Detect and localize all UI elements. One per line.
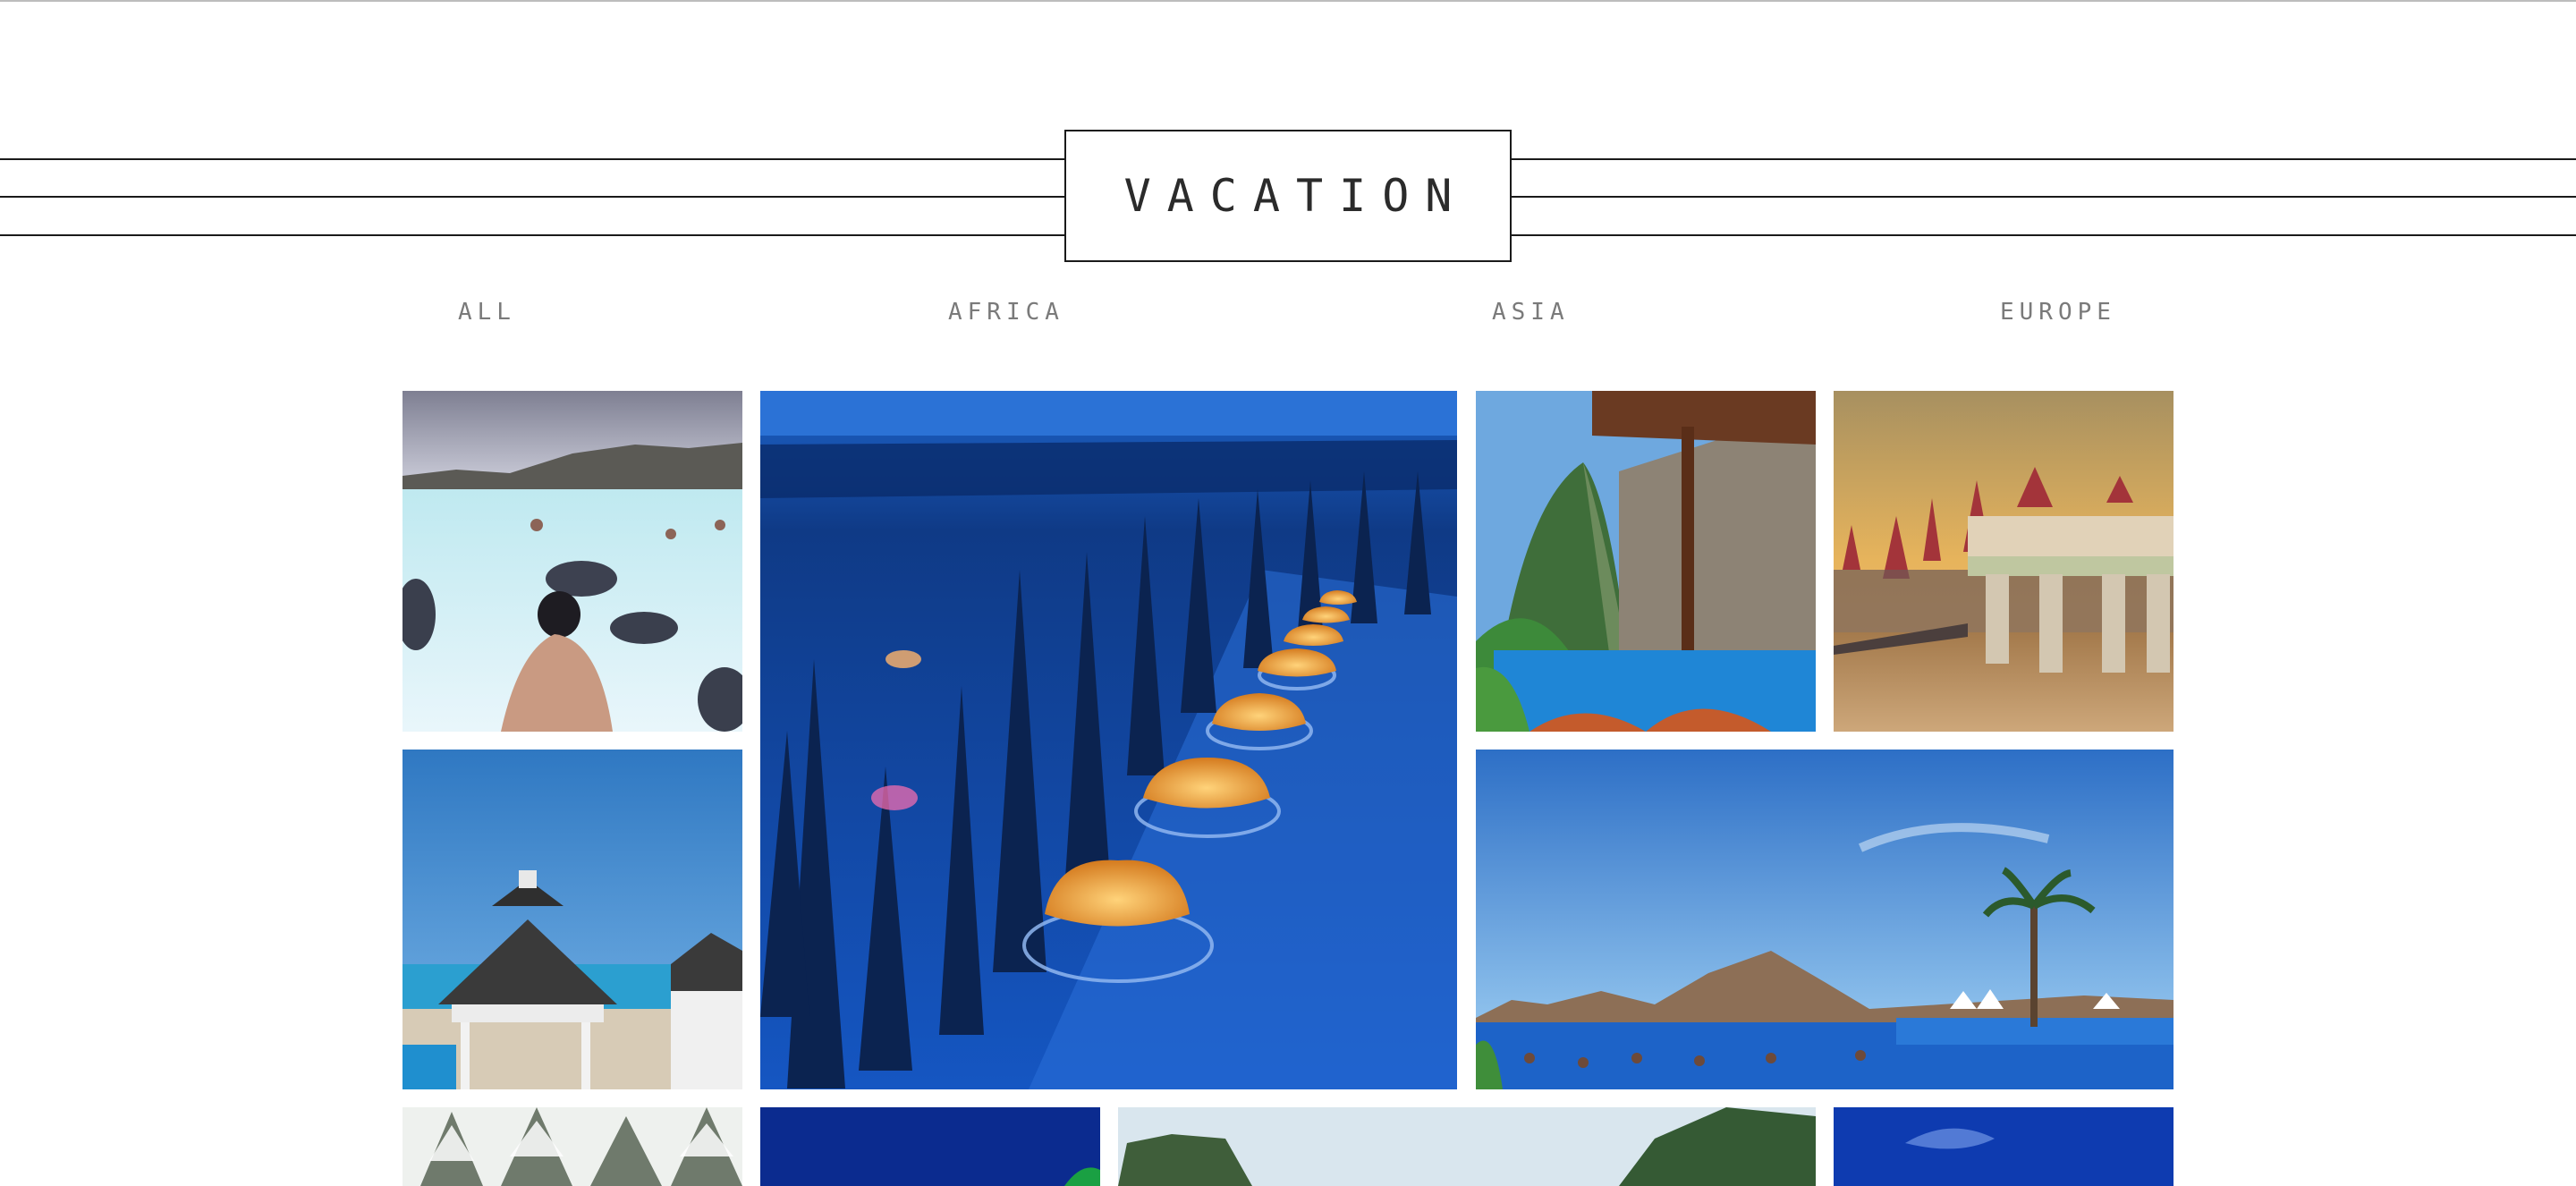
gallery-photo-snowy-pines[interactable] [402, 1107, 742, 1186]
gallery-photo-blue-lagoon[interactable] [402, 391, 742, 732]
filter-africa[interactable]: AFRICA [948, 299, 1064, 326]
gallery-photo-castle-bridge[interactable] [1834, 391, 2174, 732]
gallery-photo-beach-gazebo[interactable] [402, 750, 742, 1089]
filter-all[interactable]: ALL [458, 299, 516, 326]
gallery-photo-rocky-island[interactable] [1118, 1107, 1816, 1186]
gallery-photo-infinity-pool-bay[interactable] [1476, 750, 2174, 1089]
gallery-photo-deep-blue-sky[interactable] [1834, 1107, 2174, 1186]
gallery-photo-glass-igloos[interactable] [760, 391, 1457, 1089]
title-rule-right-top [1512, 158, 2576, 160]
top-border [0, 0, 2576, 2]
title-rule-left-top [0, 158, 1064, 160]
gallery-photo-pitons-resort[interactable] [1476, 391, 1816, 732]
filter-europe[interactable]: EUROPE [2000, 299, 2116, 326]
page-title: VACATION [1123, 170, 1469, 222]
title-rule-right-middle [1512, 196, 2576, 198]
filter-asia[interactable]: ASIA [1492, 299, 1570, 326]
title-box: VACATION [1064, 130, 1512, 262]
title-rule-right-bottom [1512, 234, 2576, 236]
title-rule-left-middle [0, 196, 1064, 198]
gallery-photo-night-blue[interactable] [760, 1107, 1100, 1186]
title-rule-left-bottom [0, 234, 1064, 236]
